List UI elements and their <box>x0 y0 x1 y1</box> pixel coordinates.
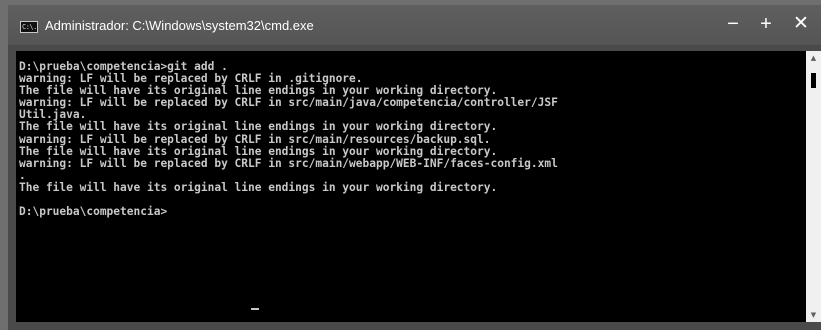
console-line: Util.java. <box>19 108 87 122</box>
vertical-scrollbar[interactable]: ▲ ▼ <box>806 51 821 322</box>
cmd-window: C:\. Administrador: C:\Windows\system32\… <box>8 5 821 330</box>
console-line: warning: LF will be replaced by CRLF in … <box>19 156 558 170</box>
console-text: D:\prueba\competencia>git add . warning:… <box>19 60 558 219</box>
cmd-icon[interactable]: C:\. <box>20 21 38 33</box>
console-line: warning: LF will be replaced by CRLF in … <box>19 132 491 146</box>
console-line: The file will have its original line end… <box>19 120 498 134</box>
scroll-up-arrow-icon[interactable]: ▲ <box>806 51 821 65</box>
window-frame-bottom <box>8 322 821 330</box>
console-line: warning: LF will be replaced by CRLF in … <box>19 72 363 86</box>
close-button[interactable]: ✕ <box>783 5 819 45</box>
window-title: Administrador: C:\Windows\system32\cmd.e… <box>45 18 314 33</box>
maximize-button[interactable]: + <box>748 5 784 45</box>
console-line: D:\prueba\competencia>git add . <box>19 60 228 73</box>
text-cursor <box>251 308 259 310</box>
console-line: The file will have its original line end… <box>19 144 498 158</box>
console-line: warning: LF will be replaced by CRLF in … <box>19 96 558 110</box>
console-output[interactable]: D:\prueba\competencia>git add . warning:… <box>16 51 806 322</box>
cmd-icon-label: C:\. <box>22 23 37 31</box>
console-line: The file will have its original line end… <box>19 180 498 194</box>
title-bar[interactable]: C:\. Administrador: C:\Windows\system32\… <box>8 5 821 45</box>
minimize-button[interactable]: − <box>715 5 751 45</box>
console-line: The file will have its original line end… <box>19 84 498 98</box>
console-line: D:\prueba\competencia> <box>19 205 168 219</box>
scroll-down-arrow-icon[interactable]: ▼ <box>806 308 821 322</box>
console-line: . <box>19 168 26 182</box>
scroll-thumb[interactable] <box>811 73 816 88</box>
